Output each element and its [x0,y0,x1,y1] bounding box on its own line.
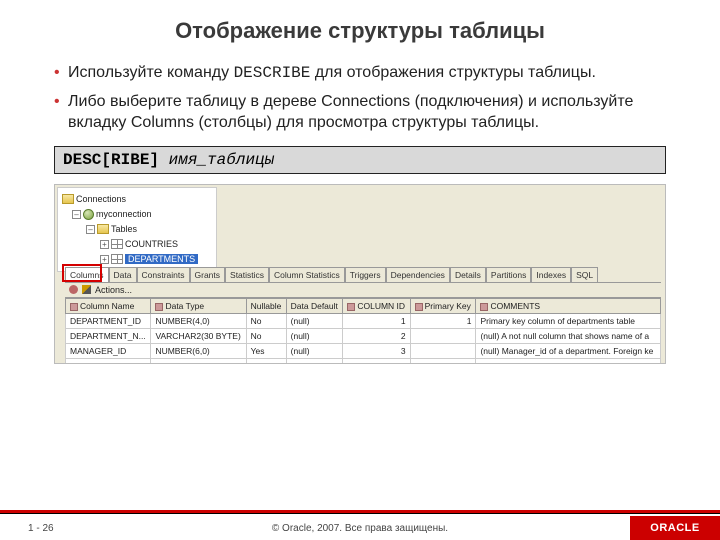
bullet-code: DESCRIBE [234,64,311,82]
table-row[interactable]: LOCATION_ID NUMBER(4,0) Yes (null) 4 (nu… [66,358,661,364]
sort-icon [70,303,78,311]
cell [410,328,476,343]
pin-icon[interactable] [69,285,78,294]
tab-grants[interactable]: Grants [190,267,226,282]
tab-constraints[interactable]: Constraints [137,267,190,282]
tree-connection-label[interactable]: myconnection [96,209,152,219]
code-cmd: DESC[RIBE] [63,151,169,169]
bullet-text-pre: Либо выберите таблицу в дереве Connectio… [68,93,633,132]
table-row[interactable]: MANAGER_ID NUMBER(6,0) Yes (null) 3 (nul… [66,343,661,358]
tab-data[interactable]: Data [109,267,137,282]
cell: 1 [343,313,410,328]
bullet-item: Либо выберите таблицу в дереве Connectio… [54,91,666,134]
cell: (null) Location id where a department is… [476,358,661,364]
cell: 3 [343,343,410,358]
cell: Yes [246,343,286,358]
tree-table-item[interactable]: COUNTRIES [125,239,178,249]
columns-grid: Column Name Data Type Nullable Data Defa… [65,298,661,364]
table-icon [111,254,123,264]
cell: (null) [286,328,343,343]
tab-dependencies[interactable]: Dependencies [386,267,450,282]
cell: (null) [286,343,343,358]
cell [410,343,476,358]
cell: LOCATION_ID [66,358,151,364]
cell: No [246,313,286,328]
cell: VARCHAR2(30 BYTE) [151,328,246,343]
bullet-text-post: для отображения структуры таблицы. [310,64,596,81]
page-number: 1 - 26 [28,523,54,534]
cell: 2 [343,328,410,343]
cell: Primary key column of departments table [476,313,661,328]
tab-triggers[interactable]: Triggers [345,267,386,282]
expand-icon[interactable]: + [100,255,109,264]
cell: MANAGER_ID [66,343,151,358]
col-header[interactable]: Primary Key [410,298,476,313]
tab-indexes[interactable]: Indexes [531,267,571,282]
tab-details[interactable]: Details [450,267,486,282]
sort-icon [155,303,163,311]
code-arg: имя_таблицы [169,151,275,169]
cell: NUMBER(6,0) [151,343,246,358]
tab-partitions[interactable]: Partitions [486,267,531,282]
table-row[interactable]: DEPARTMENT_ID NUMBER(4,0) No (null) 1 1 … [66,313,661,328]
bullet-item: Используйте команду DESCRIBE для отображ… [54,62,666,85]
tree-root-label: Connections [76,194,126,204]
collapse-icon[interactable]: – [86,225,95,234]
col-header[interactable]: COLUMN ID [343,298,410,313]
cell: 4 [343,358,410,364]
cell: NUMBER(4,0) [151,313,246,328]
cell: No [246,328,286,343]
col-header[interactable]: Nullable [246,298,286,313]
tab-sql[interactable]: SQL [571,267,598,282]
cell [410,358,476,364]
actions-toolbar: Actions... [65,283,661,298]
bullet-list: Используйте команду DESCRIBE для отображ… [54,62,666,134]
folder-icon [97,224,109,234]
sql-developer-screenshot: Connections – myconnection – Tables + CO… [54,184,666,364]
bullet-text-pre: Используйте команду [68,64,234,81]
cell: (null) [286,313,343,328]
footer-thin-line [0,513,720,514]
actions-button[interactable]: Actions... [95,285,132,295]
table-icon [111,239,123,249]
cell: NUMBER(4,0) [151,358,246,364]
cell: Yes [246,358,286,364]
slide-footer: 1 - 26 © Oracle, 2007. Все права защищен… [0,510,720,540]
sort-icon [347,303,355,311]
collapse-icon[interactable]: – [72,210,81,219]
connections-tree[interactable]: Connections – myconnection – Tables + CO… [57,187,217,272]
tab-columns[interactable]: Columns [65,267,109,282]
sort-icon [415,303,423,311]
slide-title: Отображение структуры таблицы [54,18,666,44]
connection-icon [83,209,94,220]
tab-statistics[interactable]: Statistics [225,267,269,282]
code-box: DESC[RIBE] имя_таблицы [54,146,666,174]
table-detail-panel: Columns Data Constraints Grants Statisti… [65,267,661,364]
folder-icon [62,194,74,204]
col-header[interactable]: COMMENTS [476,298,661,313]
copyright-text: © Oracle, 2007. Все права защищены. [0,523,720,534]
expand-icon[interactable]: + [100,240,109,249]
sort-icon [480,303,488,311]
tab-column-statistics[interactable]: Column Statistics [269,267,345,282]
cell: DEPARTMENT_ID [66,313,151,328]
table-row[interactable]: DEPARTMENT_N... VARCHAR2(30 BYTE) No (nu… [66,328,661,343]
tree-table-item-selected[interactable]: DEPARTMENTS [125,254,198,264]
cell: (null) Manager_id of a department. Forei… [476,343,661,358]
cell: (null) A not null column that shows name… [476,328,661,343]
cell: 1 [410,313,476,328]
col-header[interactable]: Data Default [286,298,343,313]
oracle-logo: ORACLE [630,516,720,540]
edit-icon[interactable] [82,285,91,294]
tree-tables-label[interactable]: Tables [111,224,137,234]
col-header[interactable]: Column Name [66,298,151,313]
cell: (null) [286,358,343,364]
cell: DEPARTMENT_N... [66,328,151,343]
col-header[interactable]: Data Type [151,298,246,313]
grid-header-row: Column Name Data Type Nullable Data Defa… [66,298,661,313]
tab-bar: Columns Data Constraints Grants Statisti… [65,267,661,283]
